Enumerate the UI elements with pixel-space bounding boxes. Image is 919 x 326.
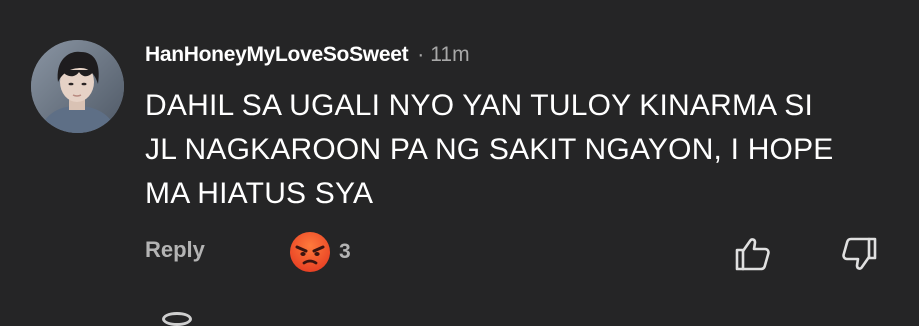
username[interactable]: HanHoneyMyLoveSoSweet — [145, 43, 409, 67]
reply-button[interactable]: Reply — [145, 237, 205, 263]
avatar[interactable] — [31, 40, 124, 133]
comment-header: HanHoneyMyLoveSoSweet · 11m — [145, 40, 470, 70]
comment-text-line: JL NAGKAROON PA NG SAKIT NGAYON, I HOPE — [145, 133, 834, 166]
thumbs-down-icon — [842, 237, 877, 270]
timestamp: 11m — [430, 43, 470, 66]
thumbs-up-icon — [735, 238, 770, 271]
separator-dot: · — [417, 43, 425, 66]
reaction-summary[interactable]: 3 — [289, 231, 351, 273]
avatar-image — [31, 40, 124, 133]
comment-text-line: DAHIL SA UGALI NYO YAN TULOY KINARMA SI — [145, 89, 814, 122]
comment-text: DAHIL SA UGALI NYO YAN TULOY KINARMA SI J… — [145, 84, 895, 216]
like-button[interactable] — [733, 233, 773, 273]
next-item-peek — [162, 312, 192, 326]
reaction-count: 3 — [339, 240, 351, 263]
comment-text-line: MA HIATUS SYA — [145, 177, 374, 210]
dislike-button[interactable] — [839, 235, 879, 275]
comment: HanHoneyMyLoveSoSweet · 11m DAHIL SA UGA… — [0, 0, 919, 326]
comment-actions: Reply 3 — [145, 231, 885, 273]
angry-face-icon — [290, 232, 330, 272]
